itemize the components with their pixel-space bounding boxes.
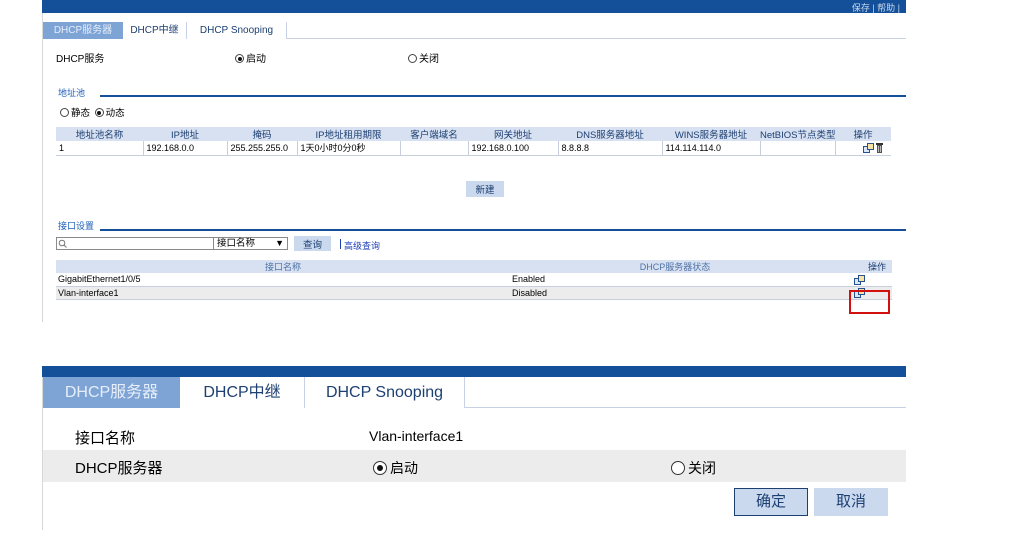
iface-name-label: 接口名称 (75, 430, 136, 447)
pool-section-divider (100, 95, 888, 97)
search-input[interactable] (56, 237, 214, 250)
pool-mode-dynamic-label: 动态 (105, 108, 125, 119)
col-dns[interactable]: DNS服务器地址 (558, 127, 662, 141)
dhcp-service-off-label: 关闭 (419, 54, 439, 65)
table-row: GigabitEthernet1/0/5 Enabled (56, 273, 892, 287)
tab-dhcp-server[interactable]: DHCP服务器 (43, 22, 123, 39)
search-icon (58, 239, 67, 248)
radio-off-icon[interactable] (671, 461, 685, 475)
dhcp-service-label: DHCP服务 (56, 54, 105, 65)
cell-client-domain (399, 141, 468, 156)
col-netbios[interactable]: NetBIOS节点类型 (760, 127, 835, 141)
iface-section-divider (100, 229, 906, 231)
dhcp-server-row: DHCP服务器 启动 关闭 (43, 450, 906, 482)
dhcp-server-label: DHCP服务器 (75, 460, 163, 477)
col-pool-name[interactable]: 地址池名称 (56, 127, 143, 141)
col-iface-actions: 操作 (840, 260, 892, 273)
col-gateway[interactable]: 网关地址 (468, 127, 558, 141)
dhcp-service-row: DHCP服务 (56, 50, 104, 65)
edit-icon[interactable] (854, 274, 865, 285)
tab-dhcp-server[interactable]: DHCP服务器 (43, 377, 180, 408)
dhcp-service-off-option[interactable]: 关闭 (408, 50, 439, 65)
advanced-query-link[interactable]: 高级查询 (344, 239, 380, 252)
cell-dns: 8.8.8.8 (557, 141, 662, 156)
dhcp-server-off-option[interactable]: 关闭 (671, 458, 716, 478)
iface-section-title: 接口设置 (58, 221, 95, 231)
dhcp-server-edit-panel: DHCP服务器 DHCP中继 DHCP Snooping 接口名称 Vlan-i… (42, 366, 906, 530)
cell-wins: 114.114.114.0 (661, 141, 760, 156)
table-row: Vlan-interface1 Disabled (56, 286, 892, 300)
address-pool-table: 地址池名称 IP地址 掩码 IP地址租用期限 客户端域名 网关地址 DNS服务器… (56, 127, 891, 156)
cell-iface-name: GigabitEthernet1/0/5 (56, 273, 510, 287)
dhcp-server-on-option[interactable]: 启动 (373, 458, 418, 478)
cell-lease: 1天0小时0分0秒 (296, 141, 400, 156)
header-bar (42, 366, 906, 377)
col-wins[interactable]: WINS服务器地址 (662, 127, 760, 141)
search-field-select[interactable]: 接口名称 ▼ (213, 237, 288, 250)
confirm-button[interactable]: 确定 (734, 488, 808, 516)
tab-dhcp-snooping[interactable]: DHCP Snooping (305, 377, 465, 408)
interface-table: 接口名称 DHCP服务器状态 操作 GigabitEthernet1/0/5 E… (56, 260, 892, 300)
cell-dhcp-status: Disabled (510, 286, 840, 300)
cell-pool-name: 1 (56, 141, 143, 156)
dhcp-service-on-option[interactable]: 启动 (235, 50, 266, 65)
link-separator (340, 239, 341, 249)
radio-dynamic-icon[interactable] (94, 108, 104, 117)
tab-bar: DHCP服务器 DHCP中继 DHCP Snooping (43, 22, 906, 39)
table-row: 1 192.168.0.0 255.255.255.0 1天0小时0分0秒 19… (56, 141, 891, 156)
cell-ip-address: 192.168.0.0 (142, 141, 227, 156)
radio-on-icon[interactable] (235, 54, 244, 63)
pool-mode-row: 静态 动态 (60, 105, 125, 119)
col-mask[interactable]: 掩码 (227, 127, 297, 141)
new-pool-button[interactable]: 新建 (466, 181, 504, 197)
header-bar: 保存 | 帮助 | (42, 0, 906, 13)
cell-actions (834, 141, 891, 156)
tab-dhcp-relay[interactable]: DHCP中继 (180, 377, 305, 408)
cell-iface-name: Vlan-interface1 (56, 286, 510, 300)
panel-left-border (42, 0, 43, 322)
pool-section-divider-end (860, 95, 906, 97)
dhcp-server-list-panel: 保存 | 帮助 | DHCP服务器 DHCP中继 DHCP Snooping D… (42, 0, 906, 322)
iface-table-header: 接口名称 DHCP服务器状态 操作 (56, 260, 892, 273)
dhcp-server-on-label: 启动 (390, 460, 418, 476)
radio-static-icon[interactable] (60, 108, 69, 117)
iface-name-value: Vlan-interface1 (369, 428, 464, 444)
dhcp-server-off-label: 关闭 (688, 460, 716, 476)
pool-section-title: 地址池 (58, 88, 86, 98)
header-links[interactable]: 保存 | 帮助 | (852, 1, 900, 14)
delete-icon[interactable] (876, 143, 883, 154)
cell-iface-action (840, 273, 892, 287)
search-field-value: 接口名称 (217, 238, 256, 249)
tab-dhcp-snooping[interactable]: DHCP Snooping (187, 22, 287, 39)
radio-off-icon[interactable] (408, 54, 417, 63)
query-button[interactable]: 查询 (294, 236, 331, 251)
tab-bar: DHCP服务器 DHCP中继 DHCP Snooping (43, 377, 906, 408)
edit-icon[interactable] (863, 143, 874, 154)
pool-mode-static-label: 静态 (71, 108, 91, 119)
cell-mask: 255.255.255.0 (226, 141, 297, 156)
cell-dhcp-status: Enabled (510, 273, 840, 287)
col-lease[interactable]: IP地址租用期限 (297, 127, 400, 141)
col-client-domain[interactable]: 客户端域名 (400, 127, 468, 141)
cancel-button[interactable]: 取消 (814, 488, 888, 516)
dhcp-service-on-label: 启动 (246, 54, 266, 65)
pool-table-header: 地址池名称 IP地址 掩码 IP地址租用期限 客户端域名 网关地址 DNS服务器… (56, 127, 891, 141)
radio-on-icon[interactable] (373, 461, 387, 475)
cell-gateway: 192.168.0.100 (467, 141, 558, 156)
tab-dhcp-relay[interactable]: DHCP中继 (123, 22, 187, 39)
chevron-down-icon: ▼ (275, 238, 284, 248)
col-iface-name[interactable]: 接口名称 (56, 260, 510, 273)
iface-name-row: 接口名称 Vlan-interface1 (43, 420, 906, 452)
col-ip-address[interactable]: IP地址 (143, 127, 227, 141)
cell-netbios (759, 141, 835, 156)
col-dhcp-status[interactable]: DHCP服务器状态 (510, 260, 840, 273)
col-actions: 操作 (835, 127, 891, 141)
highlight-box (849, 290, 890, 314)
